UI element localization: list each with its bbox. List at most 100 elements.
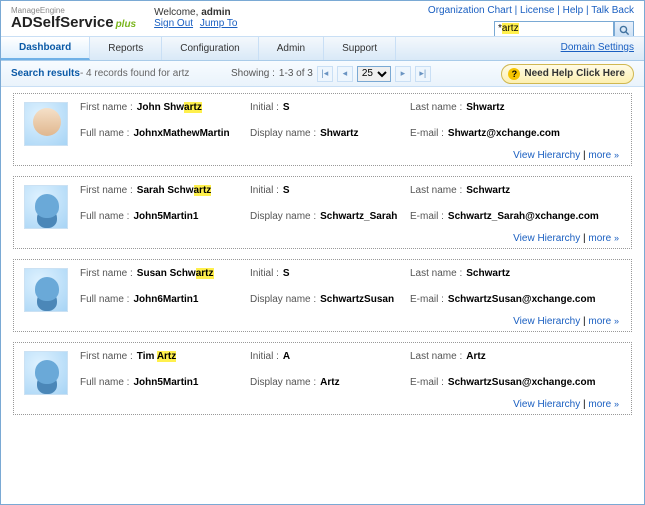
display-name-label: Display name : xyxy=(250,211,316,229)
result-card: First name :John Shwartz Initial :S Last… xyxy=(13,93,632,166)
email-value: SchwartzSusan@xchange.com xyxy=(448,294,596,312)
first-name-label: First name : xyxy=(80,185,133,203)
tab-configuration[interactable]: Configuration xyxy=(162,37,258,60)
more-link[interactable]: more xyxy=(588,233,611,244)
help-link[interactable]: Help xyxy=(563,5,584,16)
display-name-value: Artz xyxy=(320,377,339,395)
first-name-value: John Shwartz xyxy=(137,102,202,120)
display-name-value: Shwartz xyxy=(320,128,358,146)
email-value: SchwartzSusan@xchange.com xyxy=(448,377,596,395)
first-name-label: First name : xyxy=(80,351,133,369)
initial-label: Initial : xyxy=(250,102,279,120)
search-results-title: Search results xyxy=(11,68,80,79)
last-name-label: Last name : xyxy=(410,351,462,369)
tab-reports[interactable]: Reports xyxy=(90,37,162,60)
email-value: Schwartz_Sarah@xchange.com xyxy=(448,211,599,229)
first-name-value: Sarah Schwartz xyxy=(137,185,212,203)
avatar xyxy=(24,268,68,312)
last-name-value: Schwartz xyxy=(466,268,510,286)
more-arrow-icon: » xyxy=(614,233,619,243)
search-icon xyxy=(619,25,630,36)
tab-support[interactable]: Support xyxy=(324,37,396,60)
brand-logo: ManageEngine ADSelfServiceplus xyxy=(11,7,136,30)
initial-value: A xyxy=(283,351,290,369)
view-hierarchy-link[interactable]: View Hierarchy xyxy=(513,150,580,161)
nav-tabs: Dashboard Reports Configuration Admin Su… xyxy=(1,36,644,61)
card-links: View Hierarchy | more » xyxy=(24,233,621,244)
initial-value: S xyxy=(283,185,290,203)
help-icon: ? xyxy=(508,68,520,80)
welcome-label: Welcome, xyxy=(154,7,198,18)
top-links: Organization Chart | License | Help | Ta… xyxy=(428,5,634,16)
need-help-button[interactable]: ? Need Help Click Here xyxy=(501,64,634,84)
email-label: E-mail : xyxy=(410,377,444,395)
first-name-label: First name : xyxy=(80,102,133,120)
display-name-label: Display name : xyxy=(250,377,316,395)
first-name-value: Tim Artz xyxy=(137,351,176,369)
tab-admin[interactable]: Admin xyxy=(259,37,324,60)
more-link[interactable]: more xyxy=(588,316,611,327)
tab-dashboard[interactable]: Dashboard xyxy=(1,37,90,60)
email-label: E-mail : xyxy=(410,128,444,146)
license-link[interactable]: License xyxy=(520,5,554,16)
initial-label: Initial : xyxy=(250,351,279,369)
pager-last-button[interactable]: ▸| xyxy=(415,66,431,82)
showing-label: Showing : xyxy=(231,68,275,79)
full-name-value: John5Martin1 xyxy=(133,211,198,229)
more-link[interactable]: more xyxy=(588,150,611,161)
talkback-link[interactable]: Talk Back xyxy=(591,5,634,16)
display-name-label: Display name : xyxy=(250,294,316,312)
showing-range: 1-3 of 3 xyxy=(279,68,313,79)
avatar xyxy=(24,351,68,395)
more-arrow-icon: » xyxy=(614,399,619,409)
email-label: E-mail : xyxy=(410,294,444,312)
card-links: View Hierarchy | more » xyxy=(24,316,621,327)
search-results-subtitle: - 4 records found for artz xyxy=(80,68,190,79)
pager-next-button[interactable]: ▸ xyxy=(395,66,411,82)
email-label: E-mail : xyxy=(410,211,444,229)
card-links: View Hierarchy | more » xyxy=(24,150,621,161)
pager-prev-button[interactable]: ◂ xyxy=(337,66,353,82)
more-link[interactable]: more xyxy=(588,399,611,410)
domain-settings-link[interactable]: Domain Settings xyxy=(561,42,634,53)
card-links: View Hierarchy | more » xyxy=(24,399,621,410)
result-card: First name :Sarah Schwartz Initial :S La… xyxy=(13,176,632,249)
display-name-value: SchwartzSusan xyxy=(320,294,394,312)
signout-link[interactable]: Sign Out xyxy=(154,18,193,29)
page-size-select[interactable]: 25 xyxy=(357,66,391,82)
brand-plus: plus xyxy=(116,19,137,30)
pager-first-button[interactable]: |◂ xyxy=(317,66,333,82)
welcome-user: admin xyxy=(201,7,230,18)
result-card: First name :Susan Schwartz Initial :S La… xyxy=(13,259,632,332)
last-name-value: Shwartz xyxy=(466,102,504,120)
org-chart-link[interactable]: Organization Chart xyxy=(428,5,512,16)
initial-label: Initial : xyxy=(250,185,279,203)
first-name-label: First name : xyxy=(80,268,133,286)
jumpto-link[interactable]: Jump To xyxy=(200,18,238,29)
avatar xyxy=(24,185,68,229)
full-name-label: Full name : xyxy=(80,211,129,229)
full-name-value: JohnxMathewMartin xyxy=(133,128,229,146)
full-name-label: Full name : xyxy=(80,377,129,395)
view-hierarchy-link[interactable]: View Hierarchy xyxy=(513,233,580,244)
view-hierarchy-link[interactable]: View Hierarchy xyxy=(513,316,580,327)
more-arrow-icon: » xyxy=(614,316,619,326)
last-name-value: Schwartz xyxy=(466,185,510,203)
need-help-label: Need Help Click Here xyxy=(524,68,625,79)
last-name-label: Last name : xyxy=(410,185,462,203)
pagination: Showing : 1-3 of 3 |◂ ◂ 25 ▸ ▸| xyxy=(231,66,431,82)
search-highlight: artz xyxy=(502,23,519,34)
app-frame: ManageEngine ADSelfServiceplus Welcome, … xyxy=(0,0,645,505)
initial-value: S xyxy=(283,268,290,286)
result-card: First name :Tim Artz Initial :A Last nam… xyxy=(13,342,632,415)
display-name-label: Display name : xyxy=(250,128,316,146)
avatar xyxy=(24,102,68,146)
initial-value: S xyxy=(283,102,290,120)
welcome-block: Welcome, admin Sign Out Jump To xyxy=(154,7,241,29)
results-list: First name :John Shwartz Initial :S Last… xyxy=(1,87,644,487)
view-hierarchy-link[interactable]: View Hierarchy xyxy=(513,399,580,410)
email-value: Shwartz@xchange.com xyxy=(448,128,560,146)
last-name-label: Last name : xyxy=(410,102,462,120)
full-name-label: Full name : xyxy=(80,128,129,146)
header: ManageEngine ADSelfServiceplus Welcome, … xyxy=(1,1,644,30)
